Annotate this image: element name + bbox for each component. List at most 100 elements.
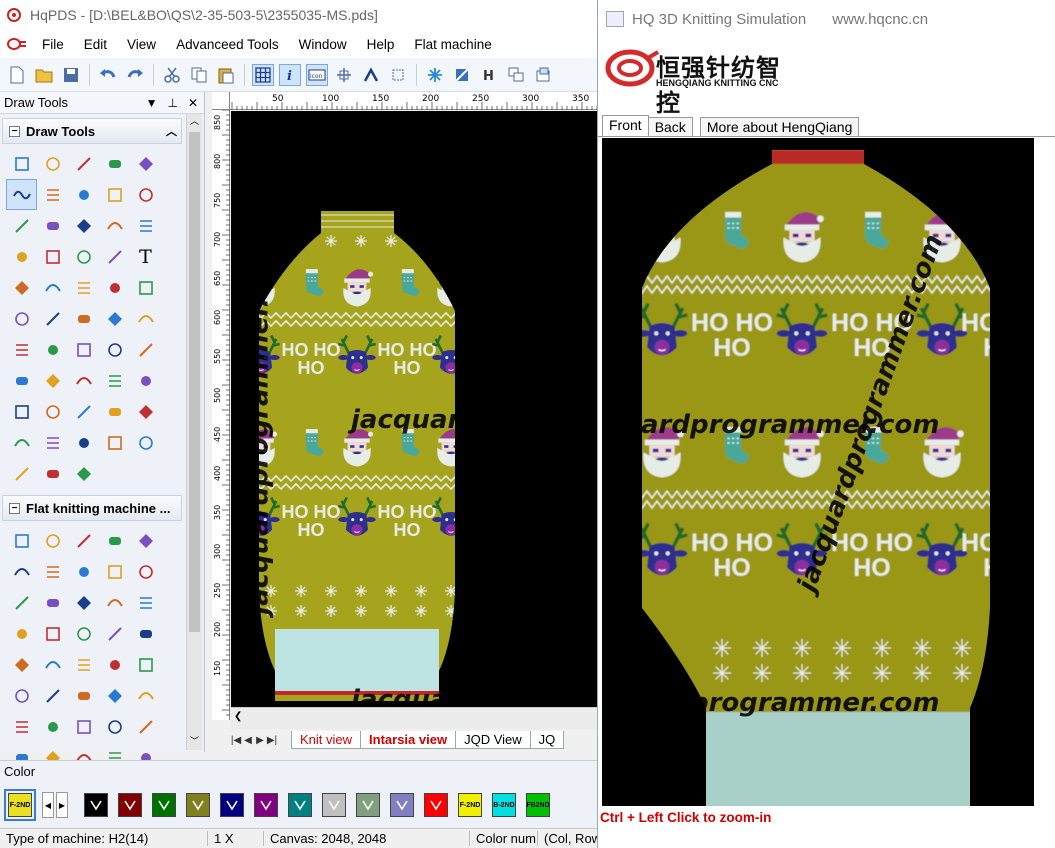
target-icon[interactable]	[68, 458, 99, 489]
cross-icon[interactable]	[37, 365, 68, 396]
needle-icon[interactable]	[37, 556, 68, 587]
stripe-icon[interactable]	[6, 680, 37, 711]
filled-rounded-rect-icon[interactable]	[130, 179, 161, 210]
filled-diamond-icon[interactable]	[99, 210, 130, 241]
rows-icon[interactable]	[130, 272, 161, 303]
eraser-block-icon[interactable]	[130, 427, 161, 458]
tab-back[interactable]: Back	[647, 117, 693, 136]
chart-icon[interactable]	[130, 334, 161, 365]
matrix-icon[interactable]	[37, 458, 68, 489]
section-draw-tools[interactable]: − Draw Tools ︿	[2, 118, 182, 144]
panel-scrollbar[interactable]: ︿ ﹀	[186, 114, 202, 750]
select-rect-icon[interactable]	[37, 148, 68, 179]
blocks-icon[interactable]	[6, 303, 37, 334]
snowflake-icon[interactable]	[424, 64, 446, 86]
paint-icon[interactable]	[130, 303, 161, 334]
spacing-icon[interactable]	[68, 649, 99, 680]
tab-jq[interactable]: JQ	[529, 731, 565, 749]
color-swatch[interactable]	[84, 793, 108, 817]
rotate-icon[interactable]	[130, 396, 161, 427]
corner-icon[interactable]	[99, 711, 130, 742]
menu-view[interactable]: View	[127, 37, 156, 52]
cnt-icon[interactable]	[130, 711, 161, 742]
square-icon[interactable]	[68, 396, 99, 427]
minus-icon[interactable]	[37, 711, 68, 742]
new-file-icon[interactable]	[6, 64, 28, 86]
arch-icon[interactable]	[360, 64, 382, 86]
brick-icon[interactable]	[99, 587, 130, 618]
stitch-icon[interactable]	[68, 556, 99, 587]
scroll-down-icon[interactable]: ﹀	[187, 734, 202, 750]
link-icon[interactable]	[68, 680, 99, 711]
tab-intarsia-view[interactable]: Intarsia view	[360, 731, 457, 749]
copy-icon[interactable]	[188, 64, 210, 86]
filled-polygon-icon[interactable]	[68, 241, 99, 272]
align-left-icon[interactable]	[68, 334, 99, 365]
bucket-icon[interactable]	[37, 303, 68, 334]
crosshair-icon[interactable]	[333, 64, 355, 86]
tab-front[interactable]: Front	[602, 115, 649, 136]
diamond-icon[interactable]	[68, 210, 99, 241]
undo-icon[interactable]	[97, 64, 119, 86]
prev-tab-icon[interactable]: ◀	[242, 735, 254, 746]
menu-file[interactable]: File	[42, 37, 64, 52]
triangle-icon[interactable]	[6, 618, 37, 649]
color-swatch[interactable]	[220, 793, 244, 817]
color-swatch[interactable]	[152, 793, 176, 817]
polygon-icon[interactable]	[37, 241, 68, 272]
dropper-icon[interactable]	[130, 618, 161, 649]
miss-icon[interactable]	[130, 525, 161, 556]
hand-icon[interactable]	[6, 148, 37, 179]
save-icon[interactable]	[60, 64, 82, 86]
eye-icon[interactable]	[6, 649, 37, 680]
columns-icon[interactable]	[99, 272, 130, 303]
eraser-icon[interactable]	[130, 210, 161, 241]
grid-pattern-icon[interactable]	[37, 272, 68, 303]
note-icon[interactable]	[130, 587, 161, 618]
knit-back-icon[interactable]	[37, 525, 68, 556]
download-icon[interactable]	[99, 618, 130, 649]
section-flat-knitting[interactable]: − Flat knitting machine ...	[2, 495, 182, 521]
node-icon[interactable]	[68, 365, 99, 396]
icon-view-icon[interactable]: icon	[306, 63, 328, 86]
color-next-icon[interactable]: ▶	[56, 792, 68, 818]
hod-icon[interactable]	[37, 649, 68, 680]
bar-chart-icon[interactable]	[6, 365, 37, 396]
map-icon[interactable]	[68, 427, 99, 458]
panel-dropdown-icon[interactable]: ▼	[146, 96, 158, 110]
color-swatch[interactable]	[288, 793, 312, 817]
canvas-horizontal-scrollbar[interactable]: ❮	[231, 707, 600, 729]
line-corner-icon[interactable]	[99, 148, 130, 179]
text-icon[interactable]: T	[130, 241, 161, 272]
frame-icon[interactable]	[6, 396, 37, 427]
window-icon[interactable]	[37, 396, 68, 427]
tab-knit-view[interactable]: Knit view	[291, 731, 362, 749]
first-tab-icon[interactable]: |◀	[230, 735, 242, 746]
rectangle-icon[interactable]	[37, 179, 68, 210]
info-icon[interactable]: i	[279, 63, 301, 86]
zoom-icon[interactable]	[6, 427, 37, 458]
marker-icon[interactable]	[6, 334, 37, 365]
tab-more-about[interactable]: More about HengQiang	[699, 117, 860, 136]
scroll-up-icon[interactable]: ︿	[187, 114, 202, 130]
tab-jqd-view[interactable]: JQD View	[455, 731, 531, 749]
pen-icon[interactable]	[99, 303, 130, 334]
brush-icon[interactable]	[99, 241, 130, 272]
color-swatch[interactable]	[118, 793, 142, 817]
rounded-rect-icon[interactable]	[99, 179, 130, 210]
panel-icon[interactable]	[99, 365, 130, 396]
filled-ellipse-icon[interactable]	[37, 210, 68, 241]
menu-advanced-tools[interactable]: Advanceed Tools	[176, 37, 279, 52]
curve-icon[interactable]	[6, 179, 37, 210]
design-canvas[interactable]: HO HO HO HO HO HO HO HO HO HO HO HO jacq…	[231, 111, 600, 707]
grid-icon[interactable]	[252, 63, 274, 86]
hod-2-icon[interactable]	[99, 649, 130, 680]
color-swatch[interactable]: B-2ND	[492, 793, 516, 817]
color-swatch[interactable]: F-2ND	[458, 793, 482, 817]
mark-icon[interactable]	[6, 711, 37, 742]
menu-flat-machine[interactable]: Flat machine	[414, 37, 491, 52]
last-tab-icon[interactable]: ▶|	[266, 735, 278, 746]
lasso-icon[interactable]	[6, 458, 37, 489]
frame-icon[interactable]	[387, 64, 409, 86]
shirt-icon[interactable]	[37, 587, 68, 618]
